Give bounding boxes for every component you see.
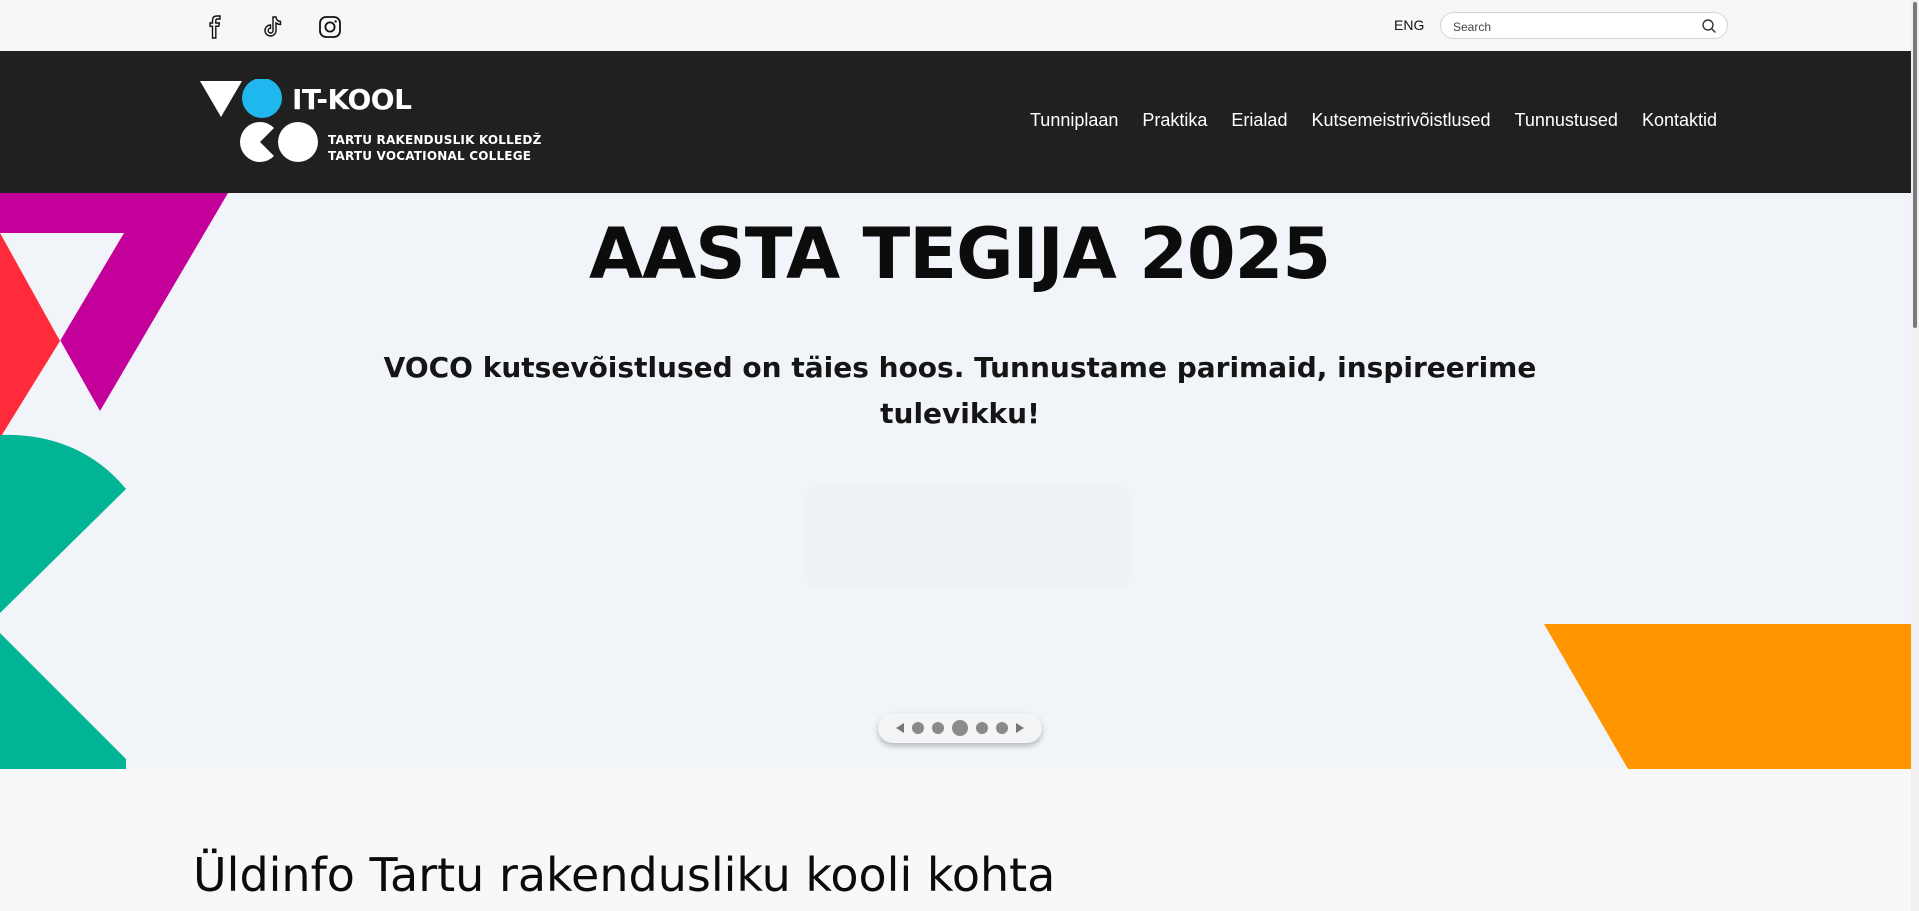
hero-subtitle: VOCO kutsevõistlused on täies hoos. Tunn… [383,351,1537,430]
slider-next-icon[interactable] [1016,723,1024,733]
logo-subtitle-en: TARTU VOCATIONAL COLLEGE [328,149,532,163]
slider-dot[interactable] [912,722,924,734]
hero-slider: AASTA TEGIJA 2025 VOCO kutsevõistlused o… [0,193,1919,769]
slider-dot[interactable] [932,722,944,734]
main-nav: Tunniplaan Praktika Erialad Kutsemeistri… [1030,110,1717,131]
nav-item-erialad[interactable]: Erialad [1231,110,1287,131]
slider-dot-active[interactable] [952,720,968,736]
scrollbar-thumb[interactable] [1913,2,1917,328]
top-utility-bar: ENG [0,0,1919,51]
nav-item-praktika[interactable]: Praktika [1142,110,1207,131]
logo-title: IT-KOOL [292,83,412,116]
slider-dot[interactable] [996,722,1008,734]
slider-pagination [878,713,1042,743]
nav-item-tunnustused[interactable]: Tunnustused [1515,110,1618,131]
nav-item-kutsemeistrivoistlused[interactable]: Kutsemeistrivõistlused [1311,110,1490,131]
tiktok-icon[interactable] [258,12,288,42]
nav-item-kontaktid[interactable]: Kontaktid [1642,110,1717,131]
nav-item-tunniplaan[interactable]: Tunniplaan [1030,110,1118,131]
logo-subtitle-et: TARTU RAKENDUSLIK KOLLEDŽ [328,133,542,147]
facebook-icon[interactable] [200,12,230,42]
site-logo[interactable]: IT-KOOL TARTU RAKENDUSLIK KOLLEDŽ TARTU … [200,79,550,171]
site-header: IT-KOOL TARTU RAKENDUSLIK KOLLEDŽ TARTU … [0,51,1919,193]
search-icon[interactable] [1701,18,1717,34]
scrollbar[interactable] [1911,0,1919,911]
slider-prev-icon[interactable] [896,723,904,733]
search-input[interactable] [1451,17,1695,37]
slider-dot[interactable] [976,722,988,734]
hero-title: AASTA TEGIJA 2025 [588,213,1331,295]
search-box [1440,12,1728,39]
language-switch[interactable]: ENG [1394,17,1424,33]
section-heading: Üldinfo Tartu rakendusliku kooli kohta [193,848,1056,902]
instagram-icon[interactable] [315,12,345,42]
hero-cta-button[interactable] [808,487,1128,587]
